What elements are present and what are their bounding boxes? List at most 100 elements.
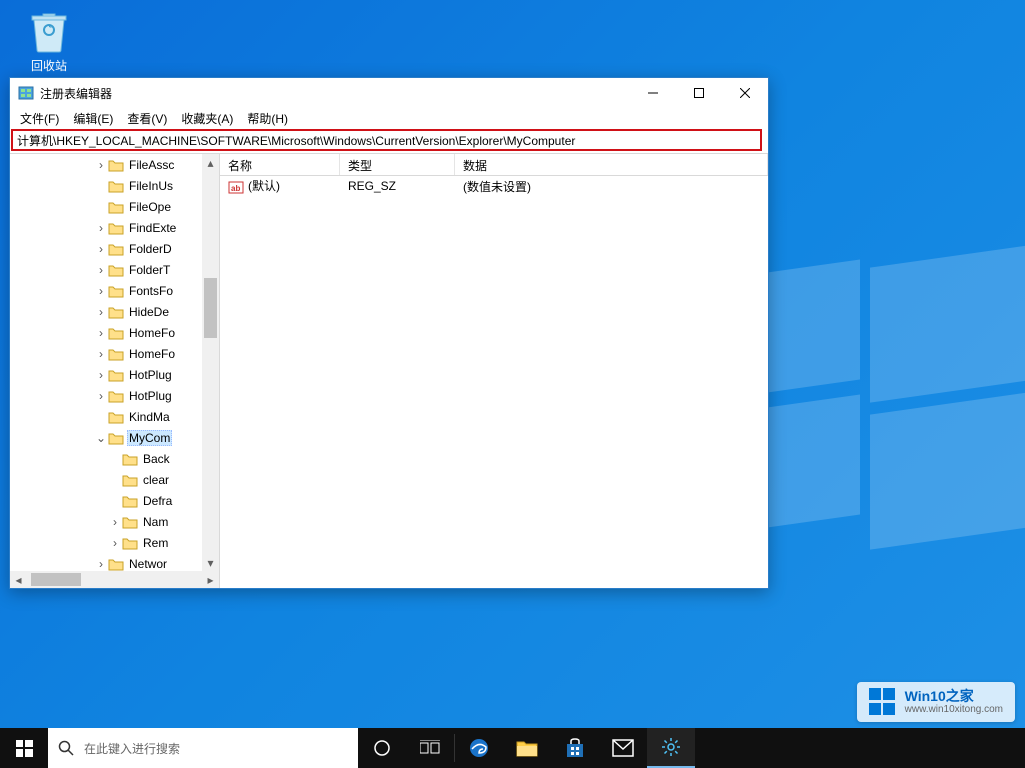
tree-item[interactable]: Back (10, 448, 220, 469)
expander-icon[interactable]: › (94, 368, 108, 382)
close-button[interactable] (722, 78, 768, 108)
start-button[interactable] (0, 728, 48, 768)
watermark: Win10之家 www.win10xitong.com (857, 682, 1015, 722)
tree-item[interactable]: › FolderD (10, 238, 220, 259)
folder-icon (108, 200, 124, 214)
expander-icon[interactable]: ⌄ (94, 431, 108, 445)
value-row[interactable]: ab(默认)REG_SZ(数值未设置) (220, 176, 768, 196)
tree-pane: › FileAssc FileInUsFileOpe › FindExte › Folder… (10, 154, 220, 588)
menu-help[interactable]: 帮助(H) (241, 108, 294, 128)
tree-item[interactable]: clear (10, 469, 220, 490)
value-type: REG_SZ (340, 179, 455, 193)
expander-icon[interactable]: › (94, 347, 108, 361)
tree-item[interactable]: FileInUs (10, 175, 220, 196)
folder-icon (108, 242, 124, 256)
tree-item[interactable]: › FolderT (10, 259, 220, 280)
taskbar-app-file-explorer[interactable] (503, 728, 551, 768)
tree-item-label: FindExte (127, 221, 178, 235)
expander-icon[interactable]: › (94, 389, 108, 403)
tree-item[interactable]: ›FontsFo (10, 280, 220, 301)
expander-icon[interactable]: › (94, 221, 108, 235)
tree-scrollbar-vertical[interactable]: ▴ ▾ (202, 154, 219, 571)
cortana-button[interactable] (358, 728, 406, 768)
menu-favorites[interactable]: 收藏夹(A) (175, 108, 239, 128)
folder-icon (108, 179, 124, 193)
tree-item-label: HomeFo (127, 347, 177, 361)
expander-icon[interactable]: › (94, 284, 108, 298)
menu-file[interactable]: 文件(F) (14, 108, 65, 128)
tree-item-label: Defra (141, 494, 174, 508)
expander-icon[interactable]: › (94, 557, 108, 571)
values-pane: 名称 类型 数据 ab(默认)REG_SZ(数值未设置) (220, 154, 768, 588)
folder-icon (108, 284, 124, 298)
tree-item-label: FolderT (127, 263, 172, 277)
scroll-thumb[interactable] (31, 573, 81, 586)
folder-icon (108, 557, 124, 571)
taskbar-app-edge[interactable] (455, 728, 503, 768)
column-header-data[interactable]: 数据 (455, 154, 768, 175)
menubar: 文件(F) 编辑(E) 查看(V) 收藏夹(A) 帮助(H) (10, 108, 768, 128)
tree-item[interactable]: › Rem (10, 532, 220, 553)
titlebar[interactable]: 注册表编辑器 (10, 78, 768, 108)
recycle-bin-label: 回收站 (18, 57, 80, 74)
scroll-thumb[interactable] (204, 278, 217, 338)
tree-item-label: Rem (141, 536, 170, 550)
tree-item[interactable]: KindMa (10, 406, 220, 427)
tree-item[interactable]: Defra (10, 490, 220, 511)
taskbar-app-store[interactable] (551, 728, 599, 768)
tree-item[interactable]: › HomeFo (10, 343, 220, 364)
folder-icon (108, 158, 124, 172)
scroll-track[interactable] (202, 171, 219, 554)
window-title: 注册表编辑器 (40, 85, 112, 102)
scroll-up-button[interactable]: ▴ (202, 154, 219, 171)
address-bar[interactable]: 计算机\HKEY_LOCAL_MACHINE\SOFTWARE\Microsof… (11, 129, 762, 151)
taskbar: 在此键入进行搜索 (0, 728, 1025, 768)
tree-item[interactable]: FileOpe (10, 196, 220, 217)
folder-icon (122, 515, 138, 529)
column-header-name[interactable]: 名称 (220, 154, 340, 175)
minimize-button[interactable] (630, 78, 676, 108)
scroll-right-button[interactable]: ▸ (202, 571, 219, 588)
expander-icon[interactable]: › (94, 158, 108, 172)
scroll-left-button[interactable]: ◂ (10, 571, 27, 588)
menu-view[interactable]: 查看(V) (121, 108, 173, 128)
tree-item[interactable]: › Nam (10, 511, 220, 532)
watermark-brand: Win10之家 (905, 689, 1003, 704)
folder-icon (108, 263, 124, 277)
expander-icon[interactable]: › (94, 263, 108, 277)
tree-item[interactable]: › HideDe (10, 301, 220, 322)
tree-scrollbar-horizontal[interactable]: ◂ ▸ (10, 571, 219, 588)
expander-icon[interactable]: › (108, 515, 122, 529)
expander-icon[interactable]: › (94, 242, 108, 256)
tree-item-label: Nam (141, 515, 170, 529)
watermark-logo-icon (869, 688, 897, 716)
expander-icon[interactable]: › (94, 326, 108, 340)
desktop-icon-recycle-bin[interactable]: 回收站 (18, 8, 80, 74)
recycle-bin-icon (28, 8, 70, 54)
folder-icon (108, 347, 124, 361)
tree-item-label: HideDe (127, 305, 171, 319)
tree-item-label: Networ (127, 557, 169, 571)
taskbar-app-mail[interactable] (599, 728, 647, 768)
task-view-button[interactable] (406, 728, 454, 768)
scroll-down-button[interactable]: ▾ (202, 554, 219, 571)
tree-item[interactable]: › FindExte (10, 217, 220, 238)
tree-item[interactable]: ⌄MyCom (10, 427, 220, 448)
taskbar-search[interactable]: 在此键入进行搜索 (48, 728, 358, 768)
tree-item-label: FolderD (127, 242, 174, 256)
tree-item[interactable]: ›HotPlug (10, 364, 220, 385)
folder-icon (108, 305, 124, 319)
menu-edit[interactable]: 编辑(E) (67, 108, 119, 128)
taskbar-app-settings[interactable] (647, 728, 695, 768)
expander-icon[interactable]: › (94, 305, 108, 319)
tree-item[interactable]: ›HotPlug (10, 385, 220, 406)
tree-item[interactable]: › FileAssc (10, 154, 220, 175)
tree-item-label: FileAssc (127, 158, 176, 172)
tree-item[interactable]: ›HomeFo (10, 322, 220, 343)
watermark-url: www.win10xitong.com (905, 704, 1003, 715)
expander-icon[interactable]: › (108, 536, 122, 550)
maximize-button[interactable] (676, 78, 722, 108)
column-header-type[interactable]: 类型 (340, 154, 455, 175)
scroll-track[interactable] (27, 571, 202, 588)
registry-editor-window: 注册表编辑器 文件(F) 编辑(E) 查看(V) 收藏夹(A) 帮助(H) 计算… (9, 77, 769, 589)
